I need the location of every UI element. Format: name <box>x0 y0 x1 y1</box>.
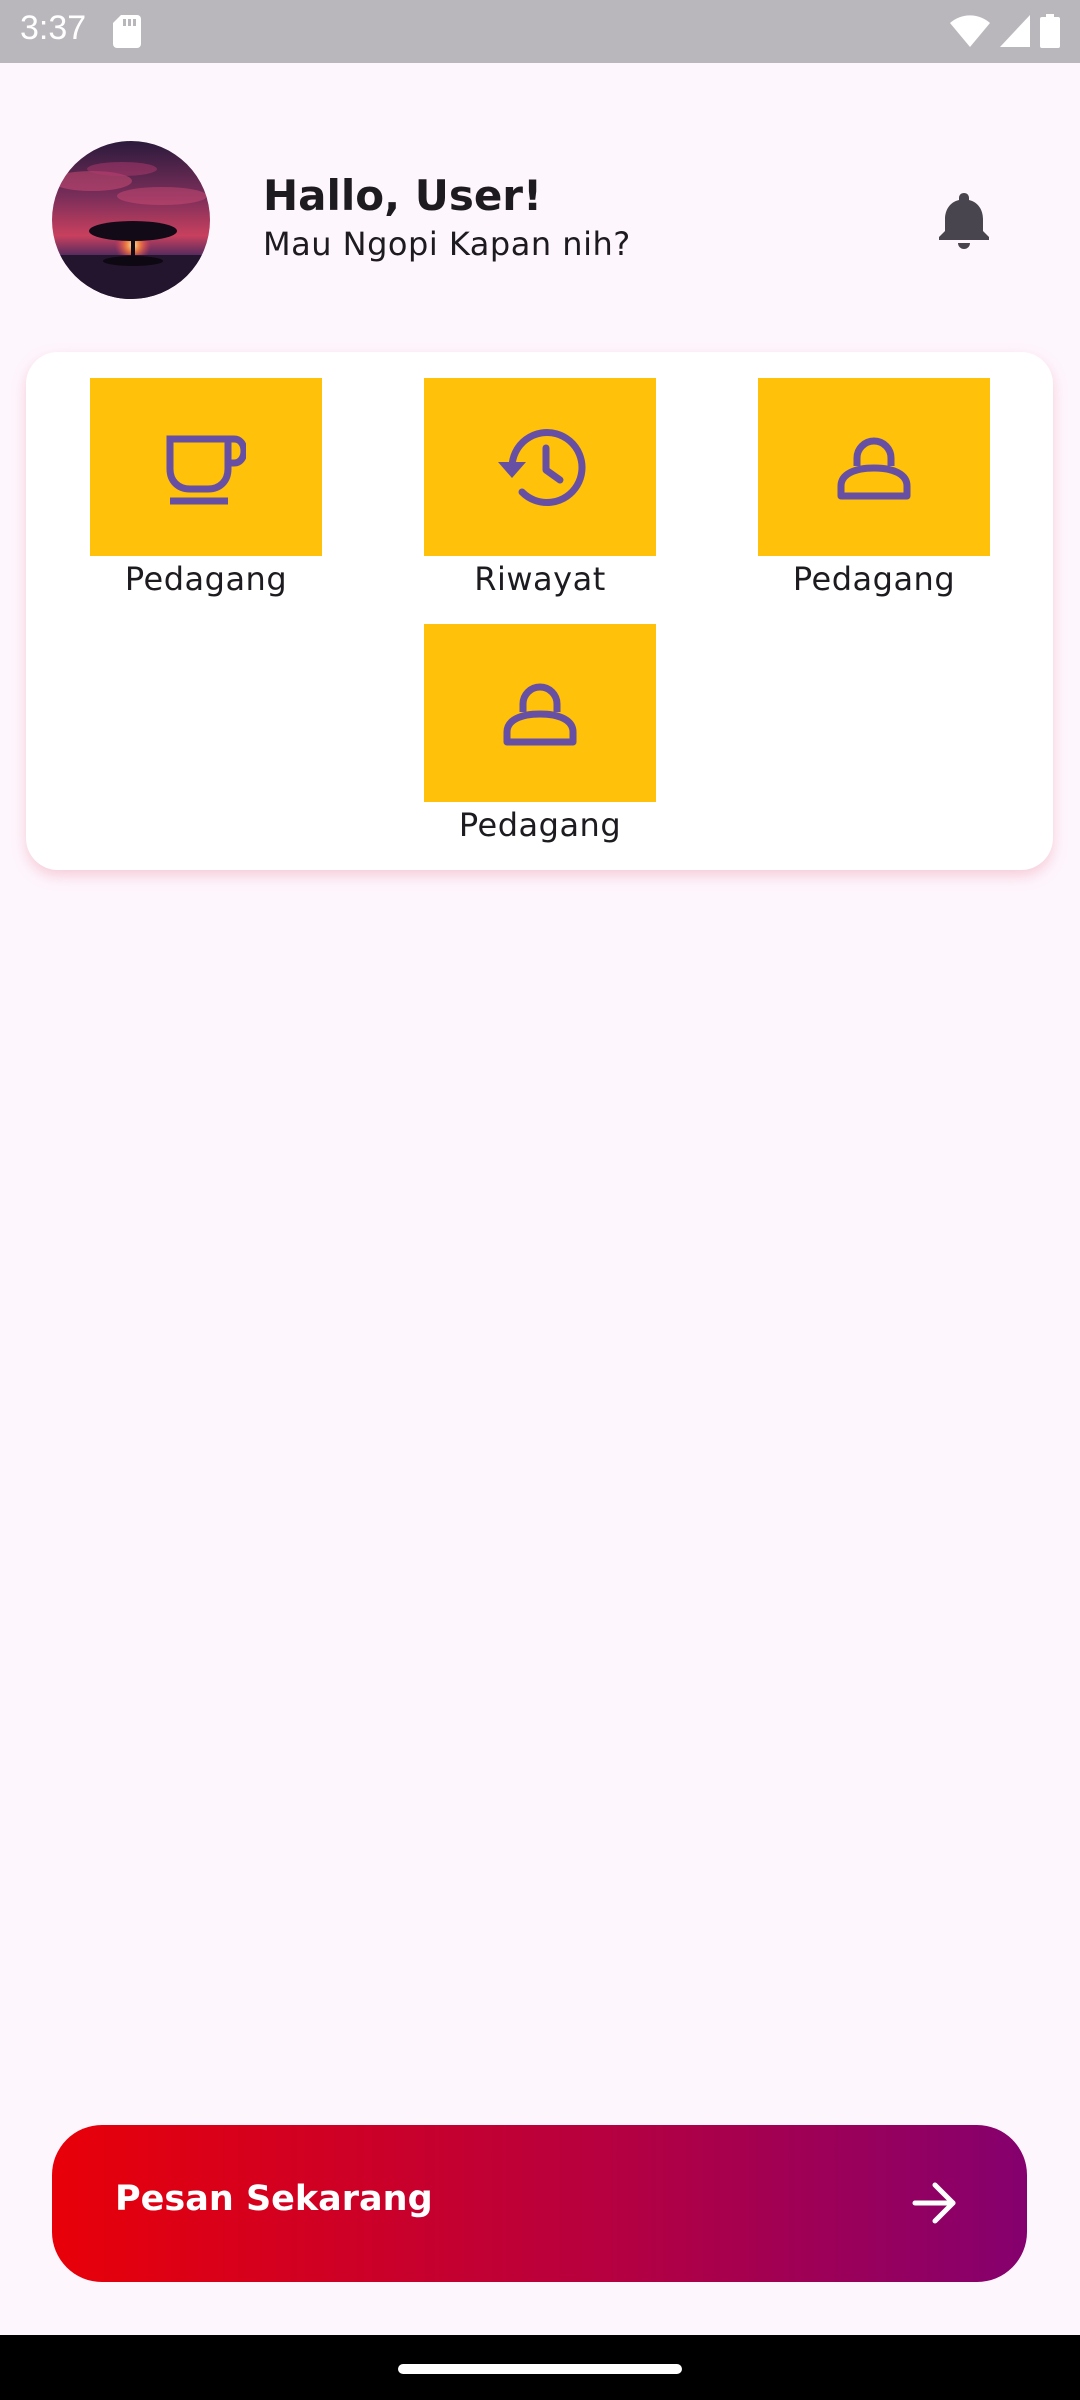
menu-item-pedagang-1[interactable]: Pedagang <box>90 378 322 598</box>
menu-item-pedagang-2[interactable]: Pedagang <box>758 378 990 598</box>
status-bar: 3:37 <box>0 0 1080 63</box>
menu-tile[interactable] <box>424 624 656 802</box>
wifi-icon <box>950 15 990 47</box>
greeting-title: Hallo, User! <box>263 171 543 220</box>
bell-icon[interactable] <box>937 193 991 249</box>
avatar[interactable] <box>52 141 210 299</box>
person-icon <box>837 437 911 500</box>
order-button-label: Pesan Sekarang <box>115 2179 433 2219</box>
cup-icon <box>166 435 246 505</box>
pesan-sekarang-button[interactable]: Pesan Sekarang <box>52 2125 1027 2282</box>
menu-item-label: Riwayat <box>474 560 606 598</box>
menu-tile[interactable] <box>424 378 656 556</box>
avatar-image <box>52 141 210 299</box>
menu-item-pedagang-3[interactable]: Pedagang <box>424 624 656 844</box>
home-gesture-handle[interactable] <box>398 2364 682 2374</box>
status-icons <box>950 13 1060 49</box>
greeting-subtitle: Mau Ngopi Kapan nih? <box>263 225 631 263</box>
navigation-bar <box>0 2335 1080 2400</box>
menu-card: Pedagang Riwayat Pedagang Pedagang <box>26 352 1053 870</box>
menu-item-label: Pedagang <box>124 560 288 598</box>
history-icon <box>498 429 586 506</box>
menu-tile[interactable] <box>90 378 322 556</box>
menu-tile[interactable] <box>758 378 990 556</box>
menu-item-riwayat[interactable]: Riwayat <box>424 378 656 598</box>
person-icon <box>503 683 577 746</box>
battery-icon <box>1040 14 1060 48</box>
arrow-right-icon <box>912 2182 956 2224</box>
sd-card-icon <box>113 15 141 48</box>
menu-item-label: Pedagang <box>458 806 622 844</box>
menu-item-label: Pedagang <box>792 560 956 598</box>
status-time: 3:37 <box>20 9 87 47</box>
signal-icon <box>1000 15 1030 47</box>
